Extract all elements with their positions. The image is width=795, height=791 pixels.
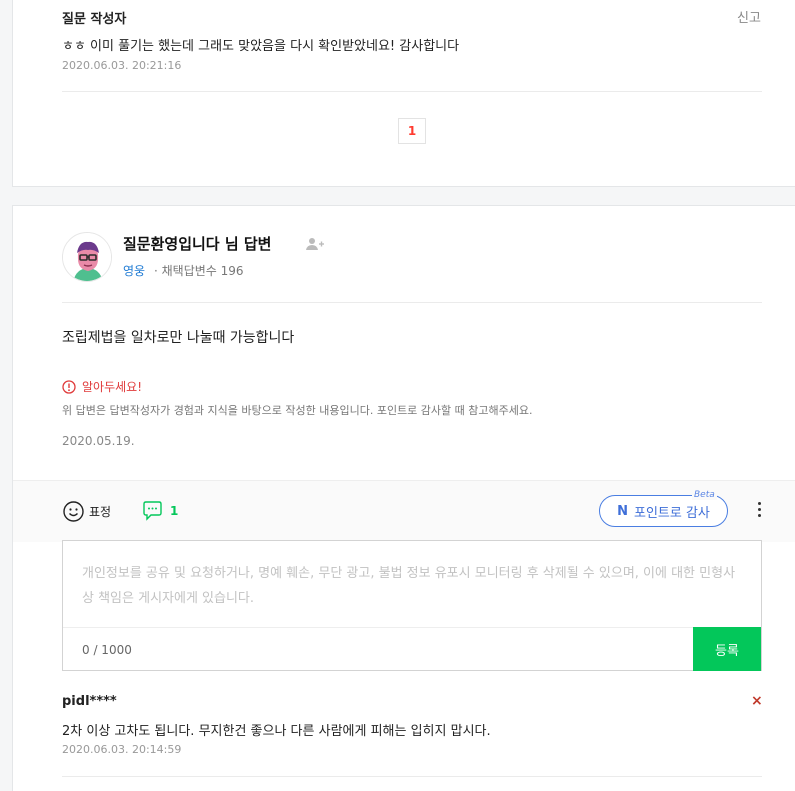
comment-input[interactable] xyxy=(63,541,761,627)
comment-author: 질문 작성자 xyxy=(62,12,127,27)
comment-toggle-button[interactable]: 1 xyxy=(142,500,178,521)
notice-text: 위 답변은 답변작성자가 경험과 지식을 바탕으로 작성한 내용입니다. 포인트… xyxy=(62,404,533,417)
notice-heading: 알아두세요! xyxy=(62,378,142,395)
reply-date: 2020.06.03. 20:14:59 xyxy=(62,743,182,756)
beta-badge: Beta xyxy=(692,490,717,500)
comment-form: 0 / 1000 등록 xyxy=(62,540,762,671)
warning-circle-icon xyxy=(62,379,76,394)
divider xyxy=(62,302,762,303)
comment-date: 2020.06.03. 20:21:16 xyxy=(62,59,182,72)
page-button-current[interactable]: 1 xyxy=(398,118,426,144)
comment-text: ㅎㅎ 이미 풀기는 했는데 그래도 맞았음을 다시 확인받았네요! 감사합니다 xyxy=(62,39,460,54)
answer-actions-bar: 표정 1 N 포인트로 감사 Beta xyxy=(13,480,795,542)
speech-bubble-icon xyxy=(143,501,162,521)
adopted-answer-count: · 채택답변수 196 xyxy=(154,264,244,278)
more-options-icon[interactable] xyxy=(753,499,765,523)
report-link[interactable]: 신고 xyxy=(737,7,761,26)
answer-card: 질문환영입니다 님 답변 영웅 · 채택답변수 196 조립제법을 일차로만 나… xyxy=(12,205,795,791)
question-comment-card: 질문 작성자 신고 ㅎㅎ 이미 풀기는 했는데 그래도 맞았음을 다시 확인받았… xyxy=(12,0,795,187)
answerer-rank[interactable]: 영웅 xyxy=(123,262,145,279)
point-icon: N xyxy=(617,503,628,519)
notice-title: 알아두세요! xyxy=(82,380,143,394)
char-counter: 0 / 1000 xyxy=(82,643,132,657)
point-thanks-label: 포인트로 감사 xyxy=(633,505,710,521)
answer-title: 질문환영입니다 님 답변 xyxy=(123,235,272,253)
reply-author: pidl**** xyxy=(62,694,117,709)
comment-count: 1 xyxy=(170,503,179,518)
reaction-button[interactable]: 표정 xyxy=(63,501,111,522)
smiley-icon xyxy=(63,501,84,522)
comment-form-footer: 0 / 1000 등록 xyxy=(63,627,761,671)
reaction-label: 표정 xyxy=(89,505,112,519)
reply-text: 2차 이상 고차도 됩니다. 무지한건 좋으나 다른 사람에게 피해는 입히지 … xyxy=(62,724,491,739)
avatar-image xyxy=(63,233,111,281)
answer-date: 2020.05.19. xyxy=(62,434,135,448)
delete-reply-icon[interactable]: × xyxy=(751,693,763,709)
answerer-avatar[interactable] xyxy=(62,232,112,282)
submit-comment-button[interactable]: 등록 xyxy=(693,627,761,671)
divider xyxy=(62,776,762,777)
answer-body: 조립제법을 일차로만 나눌때 가능합니다 xyxy=(62,330,295,346)
add-friend-icon[interactable] xyxy=(306,237,324,251)
divider xyxy=(62,91,762,92)
